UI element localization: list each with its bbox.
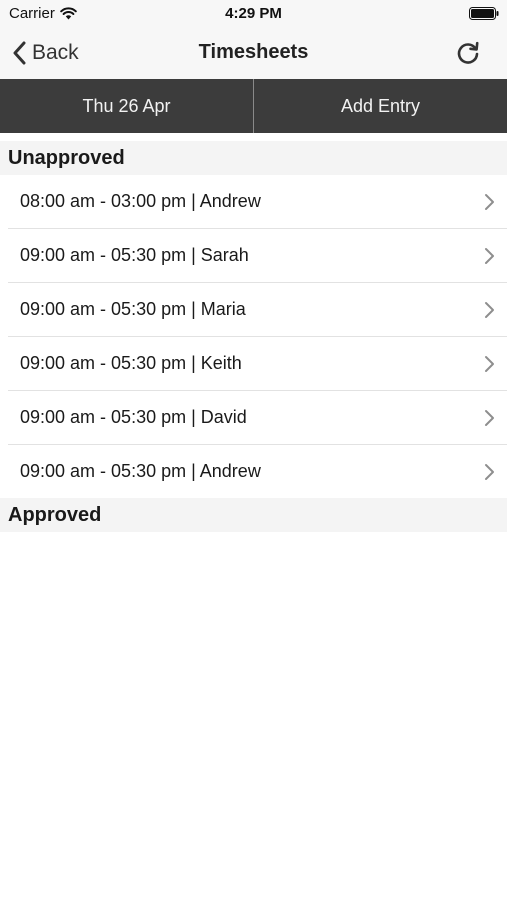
add-entry-button[interactable]: Add Entry — [254, 79, 507, 133]
list-item[interactable]: 09:00 am - 05:30 pm | Keith — [0, 337, 507, 391]
action-toolbar: Thu 26 Apr Add Entry — [0, 79, 507, 133]
chevron-right-icon — [485, 248, 494, 264]
entry-label: 09:00 am - 05:30 pm | Keith — [20, 353, 242, 373]
refresh-icon[interactable] — [455, 40, 481, 66]
entry-label: 09:00 am - 05:30 pm | David — [20, 407, 247, 427]
chevron-right-icon — [485, 410, 494, 426]
chevron-right-icon — [485, 356, 494, 372]
list-item[interactable]: 09:00 am - 05:30 pm | Maria — [0, 283, 507, 337]
navigation-bar: Back Timesheets — [0, 28, 507, 79]
status-bar: Carrier 4:29 PM — [0, 0, 507, 28]
chevron-right-icon — [485, 194, 494, 210]
entry-label: 09:00 am - 05:30 pm | Andrew — [20, 461, 261, 481]
list-item[interactable]: 09:00 am - 05:30 pm | Andrew — [0, 445, 507, 499]
page-title: Timesheets — [198, 41, 309, 63]
entry-label: 09:00 am - 05:30 pm | Sarah — [20, 245, 249, 265]
entry-label: 08:00 am - 03:00 pm | Andrew — [20, 191, 261, 211]
list-item[interactable]: 08:00 am - 03:00 pm | Andrew — [0, 175, 507, 229]
date-picker-button[interactable]: Thu 26 Apr — [0, 79, 253, 133]
battery-icon — [469, 7, 499, 20]
entry-label: 09:00 am - 05:30 pm | Maria — [20, 299, 246, 319]
chevron-right-icon — [485, 464, 494, 480]
list-item[interactable]: 09:00 am - 05:30 pm | Sarah — [0, 229, 507, 283]
section-header-unapproved: Unapproved — [0, 141, 507, 175]
section-header-approved: Approved — [0, 498, 507, 532]
status-time: 4:29 PM — [225, 5, 282, 22]
unapproved-list: 08:00 am - 03:00 pm | Andrew 09:00 am - … — [0, 175, 507, 499]
list-item[interactable]: 09:00 am - 05:30 pm | David — [0, 391, 507, 445]
chevron-right-icon — [485, 302, 494, 318]
